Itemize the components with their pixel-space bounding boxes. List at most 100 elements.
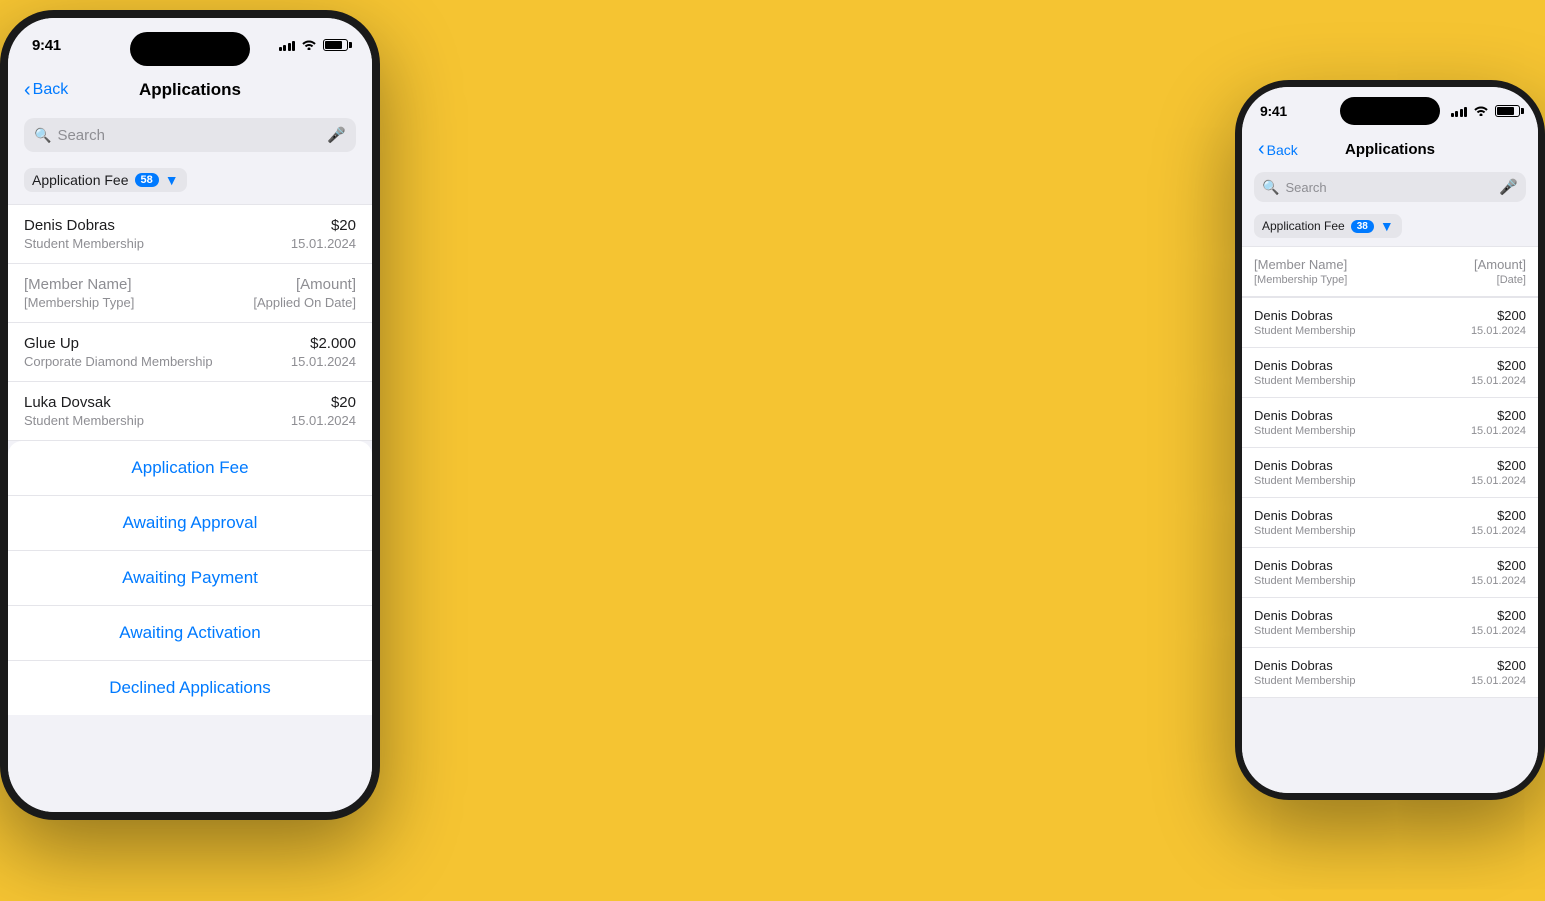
back-button-2[interactable]: ‹ Back (1258, 140, 1298, 159)
item-name: Denis Dobras (1254, 608, 1356, 623)
phone2-list-item-0[interactable]: Denis Dobras Student Membership $200 15.… (1242, 297, 1538, 348)
action-sheet-item-4[interactable]: Declined Applications (8, 661, 372, 715)
item-type: Student Membership (1254, 475, 1356, 487)
phone1-list-item-3[interactable]: Luka Dovsak Student Membership $20 15.01… (8, 382, 372, 441)
action-sheet-label-0: Application Fee (131, 458, 248, 478)
item-type: [Membership Type] (24, 295, 134, 310)
dynamic-island-1 (130, 32, 250, 66)
action-sheet-item-3[interactable]: Awaiting Activation (8, 606, 372, 661)
item-name: Denis Dobras (1254, 408, 1356, 423)
item-type: Student Membership (1254, 375, 1356, 387)
item-date: 15.01.2024 (1471, 575, 1526, 587)
item-name: Denis Dobras (1254, 508, 1356, 523)
action-sheet-items: Application Fee Awaiting Approval Awaiting… (8, 441, 372, 715)
action-sheet-item-2[interactable]: Awaiting Payment (8, 551, 372, 606)
item-name: Luka Dovsak (24, 394, 144, 411)
phone2-list-item-6[interactable]: Denis Dobras Student Membership $200 15.… (1242, 598, 1538, 648)
signal-icon-1 (279, 39, 296, 51)
filter-row-1: Application Fee 58 ▼ (8, 160, 372, 204)
search-bar-1[interactable]: 🔍 Search 🎤 (24, 118, 356, 152)
item-amount: $200 (1471, 558, 1526, 573)
search-icon-2: 🔍 (1262, 179, 1279, 196)
action-sheet-item-0[interactable]: Application Fee (8, 441, 372, 496)
back-label-2: Back (1267, 142, 1298, 158)
search-input-2: Search (1285, 180, 1493, 195)
item-name: [Member Name] (24, 276, 134, 293)
item-type: Student Membership (1254, 675, 1356, 687)
phone1-list-item-0[interactable]: Denis Dobras Student Membership $20 15.0… (8, 204, 372, 264)
item-date: 15.01.2024 (1471, 525, 1526, 537)
filter-chip-1[interactable]: Application Fee 58 ▼ (24, 168, 187, 192)
filter-row-2: Application Fee 38 ▼ (1242, 208, 1538, 246)
filter-chip-2[interactable]: Application Fee 38 ▼ (1254, 214, 1402, 238)
item-date: 15.01.2024 (291, 354, 356, 369)
phone2-list: Denis Dobras Student Membership $200 15.… (1242, 297, 1538, 698)
back-label-1: Back (33, 81, 69, 99)
phone2-list-item-2[interactable]: Denis Dobras Student Membership $200 15.… (1242, 398, 1538, 448)
phone-back: 9:41 (1235, 80, 1545, 800)
battery-icon-1 (323, 39, 348, 51)
item-amount: [Amount] (253, 276, 356, 293)
search-bar-2[interactable]: 🔍 Search 🎤 (1254, 172, 1526, 202)
item-date: [Applied On Date] (253, 295, 356, 310)
status-icons-1 (279, 38, 349, 53)
item-type: Student Membership (1254, 325, 1356, 337)
filter-label-2: Application Fee (1262, 219, 1345, 233)
item-name: Denis Dobras (1254, 358, 1356, 373)
item-type: Corporate Diamond Membership (24, 354, 213, 369)
phone1-list-item-1[interactable]: [Member Name] [Membership Type] [Amount]… (8, 264, 372, 323)
item-date: 15.01.2024 (1471, 325, 1526, 337)
action-sheet-label-4: Declined Applications (109, 678, 271, 698)
item-amount: $200 (1471, 358, 1526, 373)
phone2-list-item-1[interactable]: Denis Dobras Student Membership $200 15.… (1242, 348, 1538, 398)
item-type: Student Membership (24, 236, 144, 251)
filter-chevron-icon-1: ▼ (165, 172, 179, 188)
item-type: Student Membership (1254, 525, 1356, 537)
list-header-row[interactable]: [Member Name] [Membership Type] [Amount]… (1242, 246, 1538, 297)
background: 9:41 (0, 0, 1545, 901)
status-time-2: 9:41 (1260, 103, 1287, 119)
item-type: Student Membership (24, 413, 144, 428)
item-date: 15.01.2024 (291, 236, 356, 251)
item-type: Student Membership (1254, 625, 1356, 637)
list-area-2: [Member Name] [Membership Type] [Amount]… (1242, 246, 1538, 793)
phone2-list-item-3[interactable]: Denis Dobras Student Membership $200 15.… (1242, 448, 1538, 498)
header-type: [Membership Type] (1254, 274, 1347, 286)
phone2-list-item-7[interactable]: Denis Dobras Student Membership $200 15.… (1242, 648, 1538, 698)
mic-icon-1[interactable]: 🎤 (327, 126, 346, 144)
item-amount: $20 (291, 394, 356, 411)
item-date: 15.01.2024 (1471, 475, 1526, 487)
item-amount: $200 (1471, 508, 1526, 523)
search-icon-1: 🔍 (34, 127, 51, 144)
header-date: [Date] (1474, 274, 1526, 286)
item-amount: $2.000 (291, 335, 356, 352)
item-amount: $200 (1471, 608, 1526, 623)
signal-icon-2 (1451, 105, 1468, 117)
item-name: Denis Dobras (1254, 458, 1356, 473)
nav-title-2: Applications (1345, 141, 1435, 158)
phone2-list-item-5[interactable]: Denis Dobras Student Membership $200 15.… (1242, 548, 1538, 598)
mic-icon-2[interactable]: 🎤 (1499, 178, 1518, 196)
item-amount: $200 (1471, 458, 1526, 473)
item-date: 15.01.2024 (1471, 425, 1526, 437)
item-name: Denis Dobras (1254, 658, 1356, 673)
header-name: [Member Name] (1254, 257, 1347, 272)
chevron-left-icon-2: ‹ (1258, 139, 1265, 159)
filter-badge-1: 58 (135, 173, 159, 187)
wifi-icon-1 (301, 38, 317, 53)
item-amount: $200 (1471, 658, 1526, 673)
phone1-list-item-2[interactable]: Glue Up Corporate Diamond Membership $2.… (8, 323, 372, 382)
phone1-list: Denis Dobras Student Membership $20 15.0… (8, 204, 372, 441)
item-amount: $20 (291, 217, 356, 234)
item-type: Student Membership (1254, 425, 1356, 437)
action-sheet-label-2: Awaiting Payment (122, 568, 258, 588)
item-name: Glue Up (24, 335, 213, 352)
action-sheet-label-1: Awaiting Approval (123, 513, 258, 533)
nav-bar-2: ‹ Back Applications (1242, 135, 1538, 166)
filter-label-1: Application Fee (32, 172, 129, 188)
phone2-list-item-4[interactable]: Denis Dobras Student Membership $200 15.… (1242, 498, 1538, 548)
item-amount: $200 (1471, 308, 1526, 323)
back-button-1[interactable]: ‹ Back (24, 81, 68, 100)
action-sheet-item-1[interactable]: Awaiting Approval (8, 496, 372, 551)
battery-icon-2 (1495, 105, 1520, 117)
